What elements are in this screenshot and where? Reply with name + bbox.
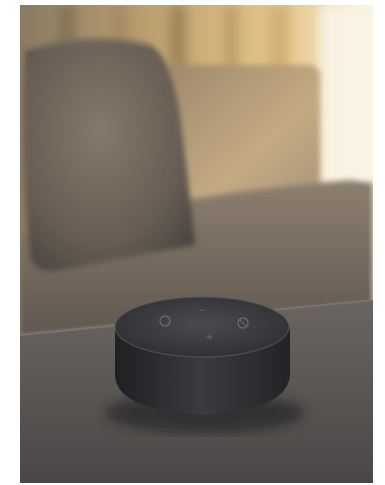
pillow	[23, 38, 196, 271]
volume-up-icon: +	[206, 332, 214, 343]
sofa-back-cushion	[170, 65, 320, 205]
smart-speaker: − +	[114, 296, 290, 415]
volume-down-icon: −	[198, 306, 206, 316]
scene-photo: − +	[20, 5, 373, 483]
photo-frame: − +	[20, 5, 373, 483]
